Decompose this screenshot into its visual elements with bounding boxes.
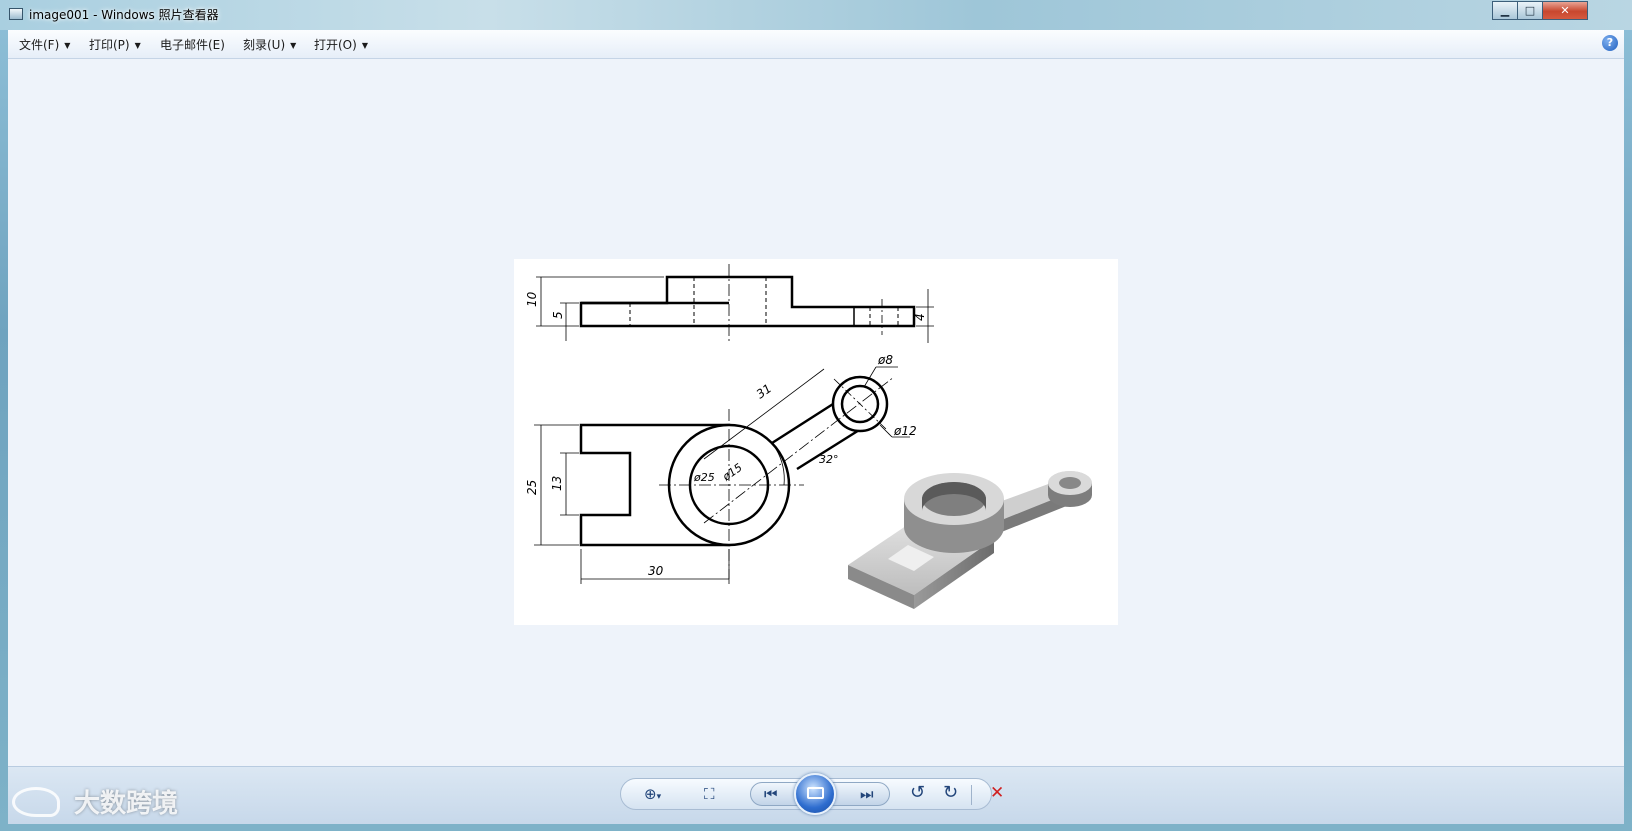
watermark-text: 大数跨境 bbox=[74, 789, 179, 819]
fit-window-icon: ⛶ bbox=[704, 785, 715, 803]
delete-button[interactable]: ✕ bbox=[990, 783, 1004, 803]
dim-10-label: 10 bbox=[525, 291, 539, 307]
help-icon[interactable]: ? bbox=[1602, 35, 1618, 51]
dim-30-label: 30 bbox=[648, 564, 664, 578]
menu-burn[interactable]: 刻录(U) ▼ bbox=[243, 36, 296, 53]
displayed-image: 10 5 4 25 13 30 31 ø8 ø12 ø25 ø15 32° bbox=[514, 259, 1118, 625]
watermark-logo bbox=[12, 787, 60, 817]
dim-phi8-label: ø8 bbox=[877, 353, 893, 367]
menu-email[interactable]: 电子邮件(E) bbox=[160, 36, 225, 53]
rotate-clockwise-button[interactable]: ↻ bbox=[943, 783, 958, 803]
close-button[interactable]: ✕ bbox=[1542, 1, 1588, 20]
delete-icon: ✕ bbox=[990, 783, 1005, 803]
next-button[interactable]: ⏭ bbox=[860, 784, 874, 804]
minimize-button[interactable]: ▁ bbox=[1492, 1, 1518, 20]
rotate-ccw-icon: ↺ bbox=[910, 782, 926, 803]
chevron-down-icon: ▼ bbox=[361, 41, 368, 50]
menu-file[interactable]: 文件(F) ▼ bbox=[19, 36, 70, 53]
photo-viewer-window: image001 - Windows 照片查看器 ▁ □ ✕ 文件(F) ▼ 打印… bbox=[0, 0, 1632, 831]
image-viewport[interactable]: 10 5 4 25 13 30 31 ø8 ø12 ø25 ø15 32° bbox=[8, 59, 1624, 766]
app-icon bbox=[9, 8, 23, 20]
menu-print-label: 打印(P) bbox=[89, 38, 130, 52]
rotate-cw-icon: ↻ bbox=[943, 782, 959, 803]
menu-file-label: 文件(F) bbox=[19, 38, 60, 52]
slideshow-icon bbox=[807, 787, 824, 799]
menu-bar: 文件(F) ▼ 打印(P) ▼ 电子邮件(E) 刻录(U) ▼ 打开(O) ▼ ? bbox=[8, 30, 1624, 59]
chevron-down-icon: ▼ bbox=[64, 41, 71, 50]
toolbar-separator bbox=[971, 785, 972, 805]
dim-25-label: 25 bbox=[525, 480, 539, 495]
dim-4-label: 4 bbox=[913, 313, 927, 321]
actual-size-button[interactable]: ⛶ bbox=[704, 784, 715, 804]
dim-31-label: 31 bbox=[754, 381, 775, 401]
bottom-toolbar: ⊕▾ ⛶ ⏮ ⏭ ↺ ↻ ✕ bbox=[8, 766, 1624, 824]
previous-button[interactable]: ⏮ bbox=[764, 784, 778, 804]
previous-icon: ⏮ bbox=[764, 785, 778, 803]
title-bar[interactable]: image001 - Windows 照片查看器 ▁ □ ✕ bbox=[0, 0, 1632, 30]
chevron-down-icon: ▼ bbox=[134, 41, 141, 50]
chevron-down-icon: ▼ bbox=[290, 41, 297, 50]
technical-drawing: 10 5 4 25 13 30 31 ø8 ø12 ø25 ø15 32° bbox=[525, 264, 1092, 609]
isometric-view bbox=[848, 471, 1092, 609]
maximize-button[interactable]: □ bbox=[1517, 1, 1543, 20]
slideshow-button[interactable] bbox=[794, 773, 836, 815]
zoom-icon: ⊕ bbox=[644, 785, 657, 803]
rotate-counterclockwise-button[interactable]: ↺ bbox=[910, 783, 925, 803]
window-title: image001 - Windows 照片查看器 bbox=[29, 8, 219, 22]
menu-email-label: 电子邮件(E) bbox=[160, 38, 225, 52]
dim-angle-label: 32° bbox=[819, 453, 839, 466]
menu-open[interactable]: 打开(O) ▼ bbox=[314, 36, 368, 53]
dim-13-label: 13 bbox=[550, 476, 564, 491]
dim-phi12-label: ø12 bbox=[893, 424, 917, 438]
chevron-down-icon: ▾ bbox=[656, 792, 662, 802]
menu-open-label: 打开(O) bbox=[314, 38, 357, 52]
front-view bbox=[536, 264, 934, 343]
zoom-button[interactable]: ⊕▾ bbox=[644, 784, 661, 807]
menu-print[interactable]: 打印(P) ▼ bbox=[89, 36, 141, 53]
menu-burn-label: 刻录(U) bbox=[243, 38, 286, 52]
dim-5-label: 5 bbox=[551, 311, 565, 319]
next-icon: ⏭ bbox=[860, 785, 874, 803]
dim-phi25-label: ø25 bbox=[693, 471, 715, 484]
client-area: 文件(F) ▼ 打印(P) ▼ 电子邮件(E) 刻录(U) ▼ 打开(O) ▼ ? bbox=[8, 30, 1624, 824]
